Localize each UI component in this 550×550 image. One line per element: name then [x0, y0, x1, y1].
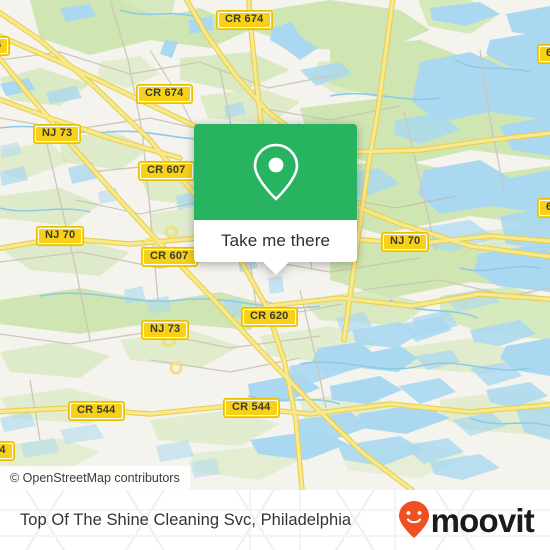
road-shield-label: 6: [539, 46, 550, 62]
road-shield-label: CR 607: [140, 163, 193, 179]
road-shield: CR 544: [68, 401, 125, 421]
road-shield-label: CR 607: [143, 249, 196, 265]
road-shield-label: 6: [0, 38, 9, 54]
moovit-logo[interactable]: moovit: [398, 500, 535, 540]
road-shield-label: 6: [539, 200, 550, 216]
osm-attribution-bar[interactable]: © OpenStreetMap contributors: [0, 466, 190, 490]
location-title: Top Of The Shine Cleaning Svc, Philadelp…: [20, 510, 352, 529]
road-shield: NJ 70: [381, 232, 430, 252]
road-shield: CR 544: [223, 398, 280, 418]
road-shield-label: NJ 73: [143, 322, 188, 338]
card-pointer-tail: [262, 262, 289, 275]
road-shield-label: CR 544: [70, 403, 123, 419]
road-shield: CR 607: [138, 161, 195, 181]
road-shield: CR 674: [216, 10, 273, 30]
road-shield-label: NJ 70: [383, 234, 428, 250]
card-icon-area: [194, 124, 357, 220]
screenshot-root: CR 674 6 CR 674 NJ 73 CR 607 NJ 70 CR 60…: [0, 0, 550, 550]
road-shield: CR 620: [241, 307, 298, 327]
road-shield: 6: [0, 36, 11, 56]
road-shield-label: CR 544: [225, 400, 278, 416]
footer-bar: Top Of The Shine Cleaning Svc, Philadelp…: [0, 490, 550, 550]
card-action-area[interactable]: Take me there: [194, 220, 357, 262]
take-me-there-label: Take me there: [220, 231, 331, 250]
road-shield-label: NJ 70: [38, 228, 83, 244]
road-shield-label: NJ 73: [35, 126, 80, 142]
road-shield: 44: [0, 441, 15, 461]
moovit-pin-icon: [398, 501, 429, 538]
road-shield: 6: [537, 44, 550, 64]
osm-attribution-text: © OpenStreetMap contributors: [10, 471, 180, 485]
road-shield: CR 607: [141, 247, 198, 267]
moovit-wordmark: moovit: [430, 501, 535, 539]
road-shield-label: CR 620: [243, 309, 296, 325]
road-shield-label: 44: [0, 443, 13, 459]
road-shield: 6: [537, 198, 550, 218]
map-pin-icon: [253, 143, 298, 201]
road-shield-label: CR 674: [218, 12, 271, 28]
road-shield: NJ 70: [36, 226, 85, 246]
map-canvas[interactable]: CR 674 6 CR 674 NJ 73 CR 607 NJ 70 CR 60…: [0, 0, 550, 490]
road-shield: NJ 73: [33, 124, 82, 144]
take-me-there-card[interactable]: Take me there: [194, 124, 357, 275]
road-shield: NJ 73: [141, 320, 190, 340]
road-shield-label: CR 674: [138, 86, 191, 102]
road-shield: CR 674: [136, 84, 193, 104]
